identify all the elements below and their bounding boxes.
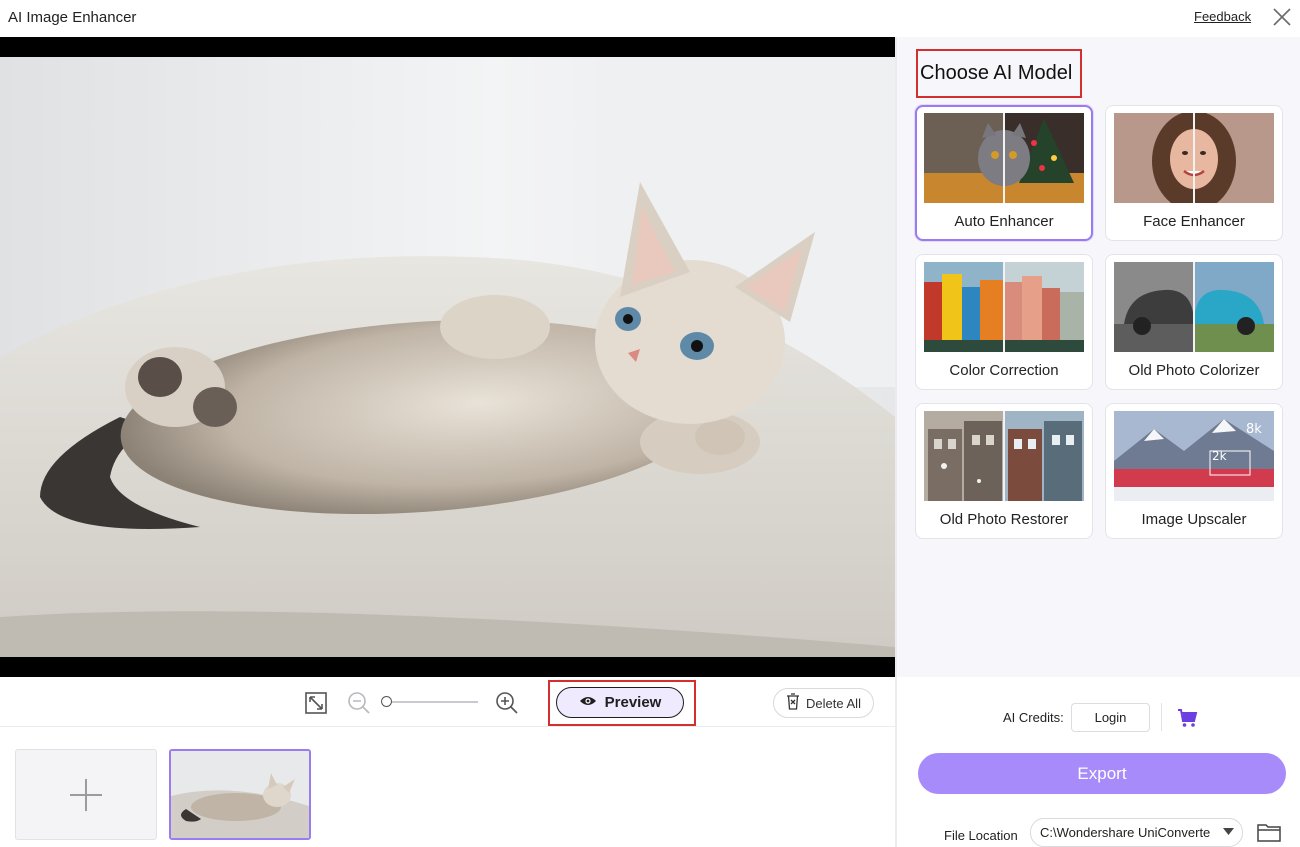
app-title: AI Image Enhancer	[8, 9, 137, 26]
model-label: Old Photo Colorizer	[1128, 362, 1260, 379]
ai-credits-label: AI Credits:	[1003, 710, 1064, 725]
auto-enhancer-thumbnail	[924, 113, 1084, 203]
model-label: Image Upscaler	[1141, 511, 1247, 528]
title-bar: AI Image Enhancer Feedback	[0, 0, 1300, 37]
model-label: Color Correction	[949, 362, 1059, 379]
model-label: Old Photo Restorer	[939, 511, 1069, 528]
feedback-link[interactable]: Feedback	[1194, 9, 1251, 24]
file-location-label: File Location	[944, 828, 1018, 843]
thumbnail-strip	[0, 728, 895, 847]
chevron-down-icon	[1223, 828, 1234, 835]
preview-button[interactable]: Preview	[556, 687, 684, 718]
folder-icon[interactable]	[1257, 822, 1281, 842]
delete-all-button[interactable]: Delete All	[773, 688, 874, 718]
svg-text:8k: 8k	[1246, 422, 1262, 437]
preview-toolbar	[0, 677, 895, 727]
export-button[interactable]: Export	[918, 753, 1286, 794]
zoom-slider-handle[interactable]	[381, 696, 392, 707]
old-photo-restorer-thumbnail	[924, 411, 1084, 501]
eye-icon	[579, 694, 597, 711]
file-location-select[interactable]: C:\Wondershare UniConverte	[1030, 818, 1243, 847]
trash-icon	[786, 693, 800, 713]
model-card-face-enhancer[interactable]: Face Enhancer	[1105, 105, 1283, 241]
plus-icon	[70, 779, 102, 811]
zoom-out-icon[interactable]	[347, 691, 371, 715]
model-card-old-photo-restorer[interactable]: Old Photo Restorer	[915, 403, 1093, 539]
image-upscaler-thumbnail: 2k 8k	[1114, 411, 1274, 501]
cart-icon[interactable]	[1177, 707, 1199, 729]
old-photo-colorizer-thumbnail	[1114, 262, 1274, 352]
preview-button-label: Preview	[604, 694, 662, 711]
delete-all-label: Delete All	[806, 695, 861, 711]
close-icon[interactable]	[1271, 6, 1293, 28]
model-label: Face Enhancer	[1143, 213, 1245, 230]
login-button[interactable]: Login	[1071, 703, 1150, 732]
kitten-thumbnail-image	[171, 751, 309, 838]
model-card-color-correction[interactable]: Color Correction	[915, 254, 1093, 390]
model-card-image-upscaler[interactable]: 2k 8k Image Upscaler	[1105, 403, 1283, 539]
face-enhancer-thumbnail	[1114, 113, 1274, 203]
image-preview-canvas	[0, 37, 895, 677]
add-image-button[interactable]	[15, 749, 157, 840]
model-card-old-photo-colorizer[interactable]: Old Photo Colorizer	[1105, 254, 1283, 390]
fit-screen-icon[interactable]	[304, 691, 328, 715]
kitten-photo	[0, 57, 895, 657]
zoom-in-icon[interactable]	[495, 691, 519, 715]
model-label: Auto Enhancer	[954, 213, 1054, 230]
separator	[1161, 703, 1162, 731]
panel-title: Choose AI Model	[920, 62, 1073, 84]
svg-text:2k: 2k	[1212, 449, 1227, 463]
kitten-thumbnail[interactable]	[169, 749, 311, 840]
model-card-auto-enhancer[interactable]: Auto Enhancer	[915, 105, 1093, 241]
file-location-value: C:\Wondershare UniConverte	[1040, 825, 1211, 840]
color-correction-thumbnail	[924, 262, 1084, 352]
zoom-slider-track[interactable]	[386, 701, 478, 703]
